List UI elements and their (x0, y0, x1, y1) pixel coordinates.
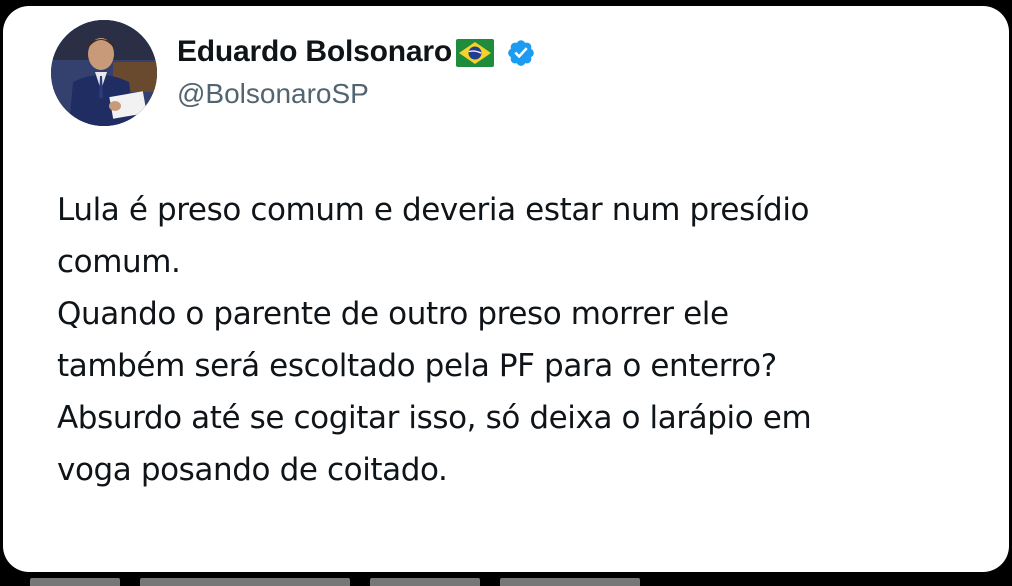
tweet-text-line: também será escoltado pela PF para o ent… (57, 348, 777, 384)
screenshot-page: Eduardo Bolsonaro @BolsonaroSP Lula é pr… (0, 0, 1012, 586)
author-display-name[interactable]: Eduardo Bolsonaro (177, 35, 452, 69)
avatar[interactable] (51, 20, 157, 126)
tweet-text-line: Absurdo até se cogitar isso, só deixa o … (57, 400, 812, 436)
cropped-text-fragment (30, 578, 120, 586)
tweet-text: Lula é preso comum e deveria estar num p… (57, 184, 977, 496)
cropped-text-fragment (140, 578, 350, 586)
author-name-row: Eduardo Bolsonaro (177, 28, 536, 76)
avatar-image (51, 20, 157, 126)
cropped-text-fragment (370, 578, 480, 586)
cropped-text-fragment (500, 578, 640, 586)
brazil-flag-icon (455, 39, 494, 67)
tweet-card: Eduardo Bolsonaro @BolsonaroSP Lula é pr… (3, 6, 1009, 572)
tweet-text-line: voga posando de coitado. (57, 452, 448, 488)
verified-icon (506, 38, 536, 68)
tweet-text-line: comum. (57, 244, 181, 280)
tweet-text-line: Lula é preso comum e deveria estar num p… (57, 192, 810, 228)
tweet-text-line: Quando o parente de outro preso morrer e… (57, 296, 729, 332)
author-handle[interactable]: @BolsonaroSP (177, 78, 369, 110)
